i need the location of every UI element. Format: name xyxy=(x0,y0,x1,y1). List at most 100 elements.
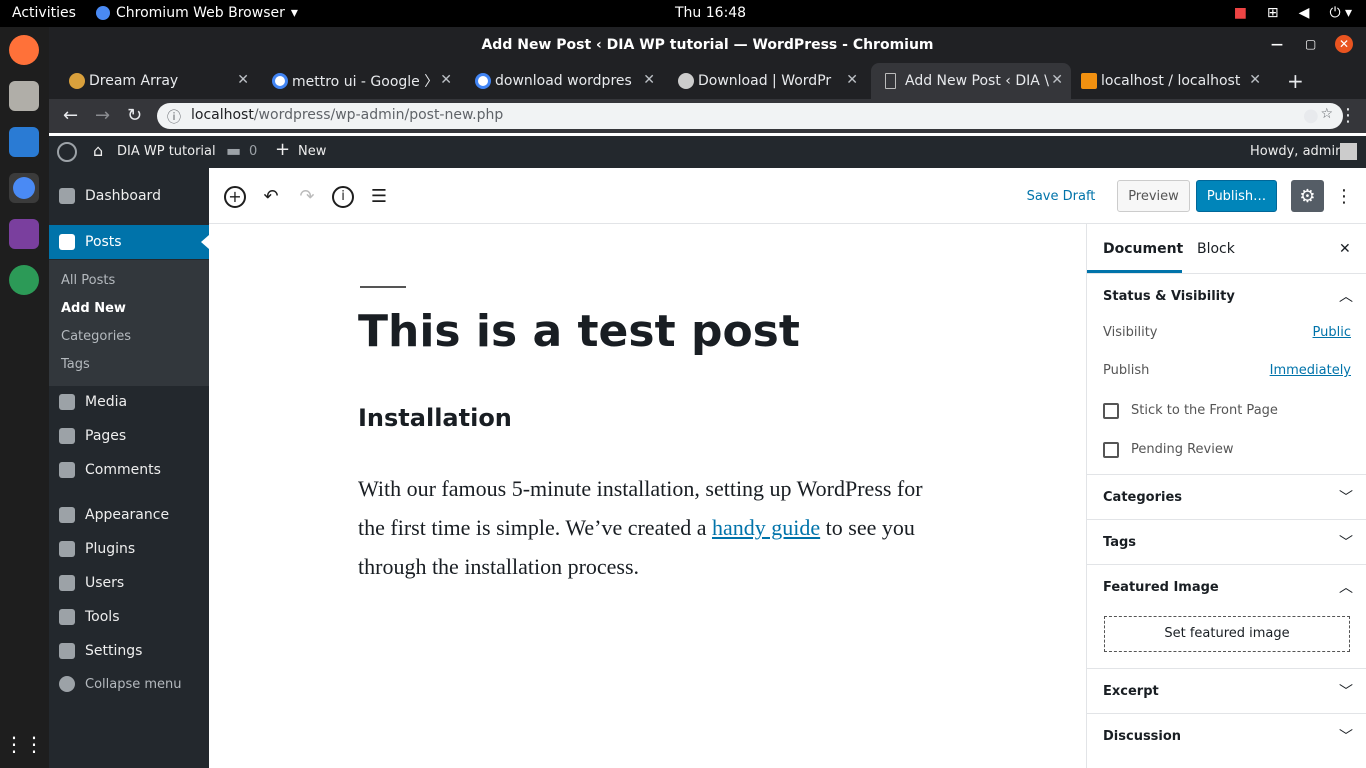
close-sidebar-icon[interactable]: ✕ xyxy=(1339,241,1351,257)
clock[interactable]: Thu 16:48 xyxy=(675,5,746,21)
tab-google-search[interactable]: mettro ui - Google 〉 ✕ xyxy=(270,63,460,99)
close-tab-icon[interactable]: ✕ xyxy=(440,72,452,88)
address-bar[interactable]: ⓘ localhost/wordpress/wp-admin/post-new.… xyxy=(157,103,1343,129)
system-tray[interactable]: ■ ⊞ ◀ ⏻ ▾ xyxy=(1234,5,1352,21)
reload-icon[interactable]: ↻ xyxy=(127,105,142,126)
chevron-up-icon[interactable]: ︿ xyxy=(1339,286,1353,306)
window-titlebar: Add New Post ‹ DIA WP tutorial — WordPre… xyxy=(49,27,1366,63)
post-title[interactable]: This is a test post xyxy=(358,306,800,357)
files-icon[interactable] xyxy=(9,81,39,111)
settings-gear-button[interactable]: ⚙ xyxy=(1291,180,1324,212)
menu-users[interactable]: Users xyxy=(49,566,209,600)
close-tab-icon[interactable]: ✕ xyxy=(237,72,249,88)
comment-icon[interactable]: ▬ xyxy=(226,141,241,160)
chrome-menu-icon[interactable]: ⋮ xyxy=(1339,105,1357,126)
discussion-panel[interactable]: Discussion ﹀ xyxy=(1087,713,1366,768)
profile-icon[interactable]: ● xyxy=(1303,105,1319,126)
submenu-tags[interactable]: Tags xyxy=(61,357,90,372)
excerpt-panel[interactable]: Excerpt ﹀ xyxy=(1087,668,1366,713)
featured-image-toggle[interactable]: Featured Image xyxy=(1103,580,1219,595)
caret-down-icon: ▾ xyxy=(290,5,298,21)
more-menu-icon[interactable]: ⋮ xyxy=(1333,186,1355,208)
forward-icon[interactable]: → xyxy=(95,105,110,126)
handy-guide-link[interactable]: handy guide xyxy=(712,515,820,540)
preview-button[interactable]: Preview xyxy=(1117,180,1190,212)
document-icon[interactable] xyxy=(9,127,39,157)
tab-download-wordpress[interactable]: download wordpres ✕ xyxy=(473,63,663,99)
undo-icon[interactable]: ↶ xyxy=(260,186,282,208)
minimize-icon[interactable]: — xyxy=(1271,37,1283,51)
maximize-icon[interactable]: ▢ xyxy=(1305,37,1316,51)
tab-add-new-post[interactable]: Add New Post ‹ DIA \ ✕ xyxy=(871,63,1071,99)
media-icon xyxy=(59,394,75,410)
show-apps-icon[interactable]: ⋮⋮ xyxy=(4,729,44,759)
plugins-icon xyxy=(59,541,75,557)
categories-panel[interactable]: Categories ﹀ xyxy=(1087,474,1366,519)
visibility-link[interactable]: Public xyxy=(1313,325,1351,340)
editor-canvas: This is a test post Installation With ou… xyxy=(209,224,1087,768)
camera-icon: ■ xyxy=(1233,5,1247,21)
bookmark-star-icon[interactable]: ☆ xyxy=(1320,106,1333,122)
stick-front-page-checkbox[interactable] xyxy=(1103,403,1119,419)
add-block-icon[interactable]: + xyxy=(224,186,246,208)
back-icon[interactable]: ← xyxy=(63,105,78,126)
collapse-menu[interactable]: Collapse menu xyxy=(49,667,209,701)
menu-dashboard[interactable]: Dashboard xyxy=(49,179,209,213)
video-icon[interactable] xyxy=(9,219,39,249)
tags-panel[interactable]: Tags ﹀ xyxy=(1087,519,1366,564)
menu-plugins[interactable]: Plugins xyxy=(49,532,209,566)
status-visibility-panel: Status & Visibility ︿ Visibility Public … xyxy=(1087,273,1366,474)
publish-date-link[interactable]: Immediately xyxy=(1270,363,1351,378)
tools-icon xyxy=(59,609,75,625)
firefox-icon[interactable] xyxy=(9,35,39,65)
tab-block[interactable]: Block xyxy=(1197,241,1235,257)
menu-pages[interactable]: Pages xyxy=(49,419,209,453)
howdy-admin[interactable]: Howdy, admin xyxy=(1250,144,1343,159)
publish-button[interactable]: Publish… xyxy=(1196,180,1277,212)
close-tab-icon[interactable]: ✕ xyxy=(643,72,655,88)
chevron-up-icon[interactable]: ︿ xyxy=(1339,577,1353,597)
menu-posts[interactable]: Posts xyxy=(49,225,209,259)
site-name-link[interactable]: DIA WP tutorial xyxy=(117,144,216,159)
tab-wordpress-download[interactable]: Download | WordPr ✕ xyxy=(676,63,866,99)
heading-block[interactable]: Installation xyxy=(358,404,512,432)
url-text: localhost/wordpress/wp-admin/post-new.ph… xyxy=(191,107,504,123)
phpmyadmin-favicon xyxy=(1081,73,1097,89)
menu-appearance[interactable]: Appearance xyxy=(49,498,209,532)
chromium-icon xyxy=(96,6,110,20)
menu-tools[interactable]: Tools xyxy=(49,600,209,634)
atom-icon[interactable] xyxy=(9,265,39,295)
wp-admin-menu: Dashboard Posts All Posts Add New Catego… xyxy=(49,168,209,768)
close-tab-icon[interactable]: ✕ xyxy=(846,72,858,88)
menu-media[interactable]: Media xyxy=(49,385,209,419)
menu-settings[interactable]: Settings xyxy=(49,634,209,668)
submenu-add-new[interactable]: Add New xyxy=(61,301,126,316)
activities-button[interactable]: Activities xyxy=(12,5,76,21)
close-window-icon[interactable]: ✕ xyxy=(1335,35,1353,53)
menu-comments[interactable]: Comments xyxy=(49,453,209,487)
pending-review-checkbox[interactable] xyxy=(1103,442,1119,458)
content-info-icon[interactable]: i xyxy=(332,186,354,208)
submenu-categories[interactable]: Categories xyxy=(61,329,131,344)
new-tab-button[interactable]: + xyxy=(1287,69,1304,93)
set-featured-image-button[interactable]: Set featured image xyxy=(1104,616,1350,652)
posts-submenu: All Posts Add New Categories Tags xyxy=(49,260,209,386)
wordpress-logo-icon[interactable] xyxy=(57,142,77,162)
chromium-dock-icon[interactable] xyxy=(9,173,39,203)
google-favicon xyxy=(272,73,288,89)
paragraph-block[interactable]: With our famous 5-minute installation, s… xyxy=(358,469,938,586)
tab-dream-array[interactable]: Dream Array ✕ xyxy=(67,63,257,99)
block-navigation-icon[interactable]: ☰ xyxy=(368,186,390,208)
app-menu[interactable]: Chromium Web Browser ▾ xyxy=(96,5,298,21)
tab-document[interactable]: Document xyxy=(1103,241,1183,257)
redo-icon[interactable]: ↷ xyxy=(296,186,318,208)
close-tab-icon[interactable]: ✕ xyxy=(1249,72,1261,88)
save-draft-button[interactable]: Save Draft xyxy=(1023,180,1099,212)
tab-phpmyadmin[interactable]: localhost / localhost ✕ xyxy=(1079,63,1269,99)
status-visibility-toggle[interactable]: Status & Visibility xyxy=(1103,289,1235,304)
new-content-link[interactable]: New xyxy=(298,144,326,159)
close-tab-icon[interactable]: ✕ xyxy=(1051,72,1063,88)
app-name: Chromium Web Browser xyxy=(116,5,285,21)
submenu-all-posts[interactable]: All Posts xyxy=(61,273,115,288)
dashboard-icon xyxy=(59,188,75,204)
